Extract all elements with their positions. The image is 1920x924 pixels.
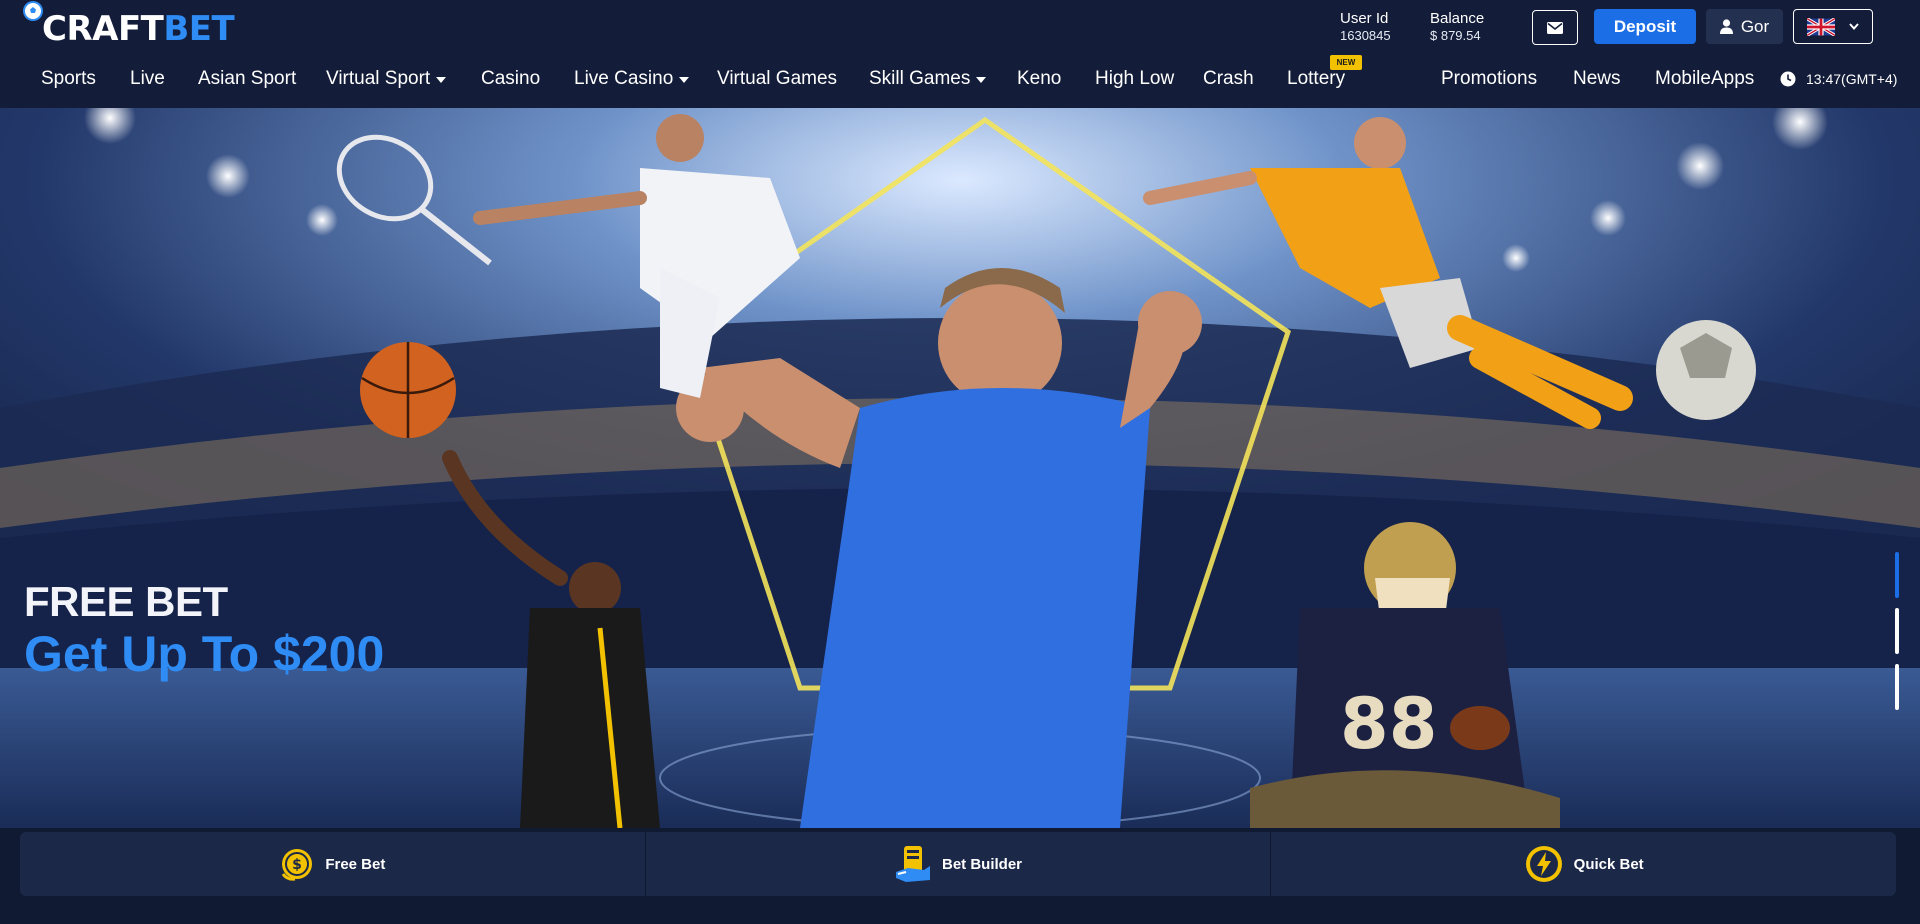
nav-item-casino[interactable]: Casino xyxy=(481,68,540,90)
soccer-ball-icon xyxy=(23,1,43,21)
quick-link-bet-builder[interactable]: Bet Builder xyxy=(646,832,1272,896)
nav-item-lottery[interactable]: Lottery xyxy=(1287,68,1345,90)
nav-item-live[interactable]: Live xyxy=(130,68,165,90)
brand-logo[interactable]: CRAFTBET xyxy=(23,1,235,52)
messages-button[interactable] xyxy=(1532,10,1578,45)
nav-label: Sports xyxy=(41,68,96,89)
nav-label: Crash xyxy=(1203,68,1254,89)
promo-subheadline: Get Up To $200 xyxy=(24,626,385,682)
nav-item-high-low[interactable]: High Low xyxy=(1095,68,1174,90)
nav-label: Live xyxy=(130,68,165,89)
lightning-icon xyxy=(1525,846,1562,882)
quick-link-free-bet[interactable]: $ Free Bet xyxy=(20,832,646,896)
nav-item-sports[interactable]: Sports xyxy=(41,68,96,90)
hero-banner[interactable]: 88 FREE BET Get Up To $200 xyxy=(0,108,1920,828)
quick-link-quick-bet[interactable]: Quick Bet xyxy=(1271,832,1896,896)
nav-label: Lottery xyxy=(1287,68,1346,89)
brand-name-part2: BET xyxy=(163,9,235,49)
new-badge: NEW xyxy=(1330,55,1362,70)
nav-label: Casino xyxy=(481,68,541,89)
time-display: 13:47(GMT+4) xyxy=(1780,71,1897,87)
nav-item-promotions[interactable]: Promotions xyxy=(1441,68,1537,90)
nav-label: Virtual Sport xyxy=(326,68,431,89)
nav-label: Keno xyxy=(1017,68,1062,89)
user-id-value: 1630845 xyxy=(1340,28,1391,43)
balance-value: $ 879.54 xyxy=(1430,28,1481,43)
bet-builder-icon xyxy=(896,846,930,882)
dollar-coin-icon: $ xyxy=(282,849,313,881)
slider-indicators xyxy=(1895,552,1901,720)
user-menu-button[interactable]: Gor xyxy=(1706,9,1783,44)
nav-item-virtual-games[interactable]: Virtual Games xyxy=(717,68,837,90)
nav-item-mobile-apps[interactable]: MobileApps xyxy=(1655,68,1754,90)
deposit-button[interactable]: Deposit xyxy=(1594,9,1696,44)
user-name: Gor xyxy=(1740,16,1770,36)
quick-links-bar: $ Free Bet Bet Builder Quick Bet xyxy=(20,832,1896,896)
svg-text:$: $ xyxy=(292,857,302,873)
slide-indicator-3[interactable] xyxy=(1895,664,1899,710)
nav-item-virtual-sport[interactable]: Virtual Sport xyxy=(326,68,447,90)
svg-text:88: 88 xyxy=(1340,683,1437,765)
main-nav: Sports Live Asian Sport Virtual Sport Ca… xyxy=(0,62,1920,100)
uk-flag-icon xyxy=(1807,17,1835,36)
nav-item-asian-sport[interactable]: Asian Sport xyxy=(198,68,296,90)
envelope-icon xyxy=(1547,21,1563,34)
clock-icon xyxy=(1780,71,1796,87)
nav-label: MobileApps xyxy=(1655,68,1755,89)
nav-label: News xyxy=(1573,68,1621,89)
nav-label: Virtual Games xyxy=(717,68,838,89)
nav-item-live-casino[interactable]: Live Casino xyxy=(574,68,690,90)
slide-indicator-2[interactable] xyxy=(1895,608,1899,654)
nav-label: High Low xyxy=(1095,68,1175,89)
nav-label: Promotions xyxy=(1441,68,1538,89)
nav-item-crash[interactable]: Crash xyxy=(1203,68,1254,90)
nav-label: Skill Games xyxy=(869,68,971,89)
banner-illustration: 88 xyxy=(0,108,1920,828)
nav-label: Live Casino xyxy=(574,68,674,89)
nav-item-news[interactable]: News xyxy=(1573,68,1621,90)
brand-name-part1: CRAFT xyxy=(42,9,164,49)
caret-down-icon xyxy=(679,77,690,83)
slide-indicator-1[interactable] xyxy=(1895,552,1899,598)
quick-link-label: Quick Bet xyxy=(1573,855,1644,873)
user-icon xyxy=(1719,19,1733,34)
quick-link-label: Free Bet xyxy=(325,855,386,873)
site-header: CRAFTBET User Id 1630845 Balance $ 879.5… xyxy=(0,0,1920,108)
promo-headline: FREE BET xyxy=(24,578,228,625)
user-id-block: User Id 1630845 xyxy=(1340,10,1391,44)
chevron-down-icon xyxy=(1849,23,1859,30)
balance-label: Balance xyxy=(1430,10,1485,27)
quick-link-label: Bet Builder xyxy=(942,855,1023,873)
user-id-label: User Id xyxy=(1340,10,1389,27)
promo-text: FREE BET Get Up To $200 xyxy=(24,578,384,682)
nav-label: Asian Sport xyxy=(198,68,297,89)
caret-down-icon xyxy=(976,77,987,83)
nav-item-keno[interactable]: Keno xyxy=(1017,68,1061,90)
balance-block: Balance $ 879.54 xyxy=(1430,10,1484,44)
nav-item-skill-games[interactable]: Skill Games xyxy=(869,68,987,90)
caret-down-icon xyxy=(436,77,447,83)
language-selector[interactable] xyxy=(1793,9,1873,44)
time-text: 13:47(GMT+4) xyxy=(1806,71,1898,87)
